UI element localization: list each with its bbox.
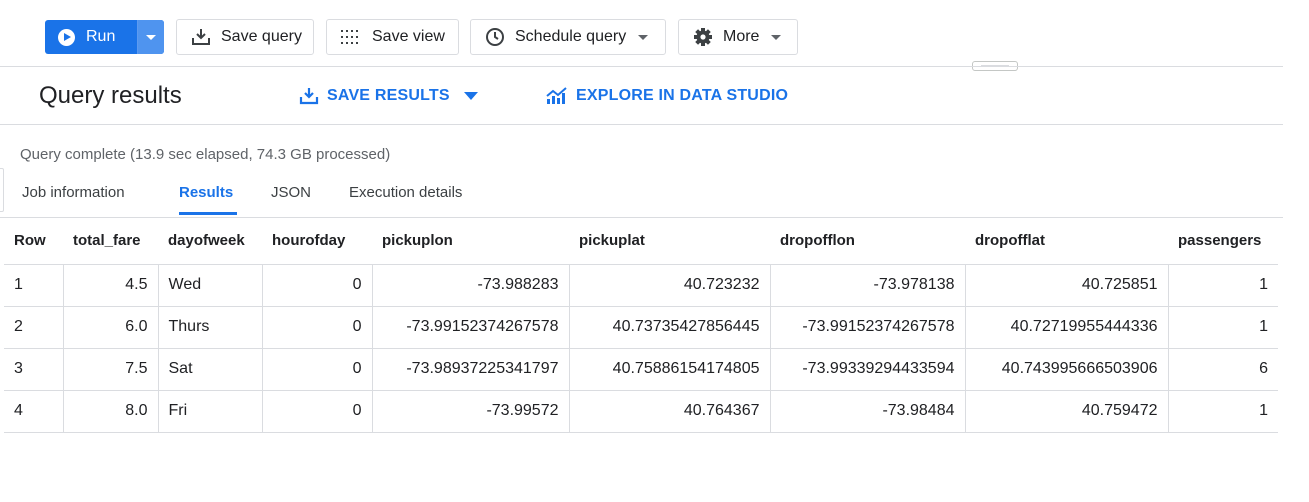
table-cell: Fri [157,390,262,433]
tab-job-information[interactable]: Job information [22,184,125,201]
table-cell: 2 [4,306,63,349]
column-header: dropofflat [965,218,1168,265]
table-row: 4 8.0 Fri 0 -73.99572 40.764367 -73.9848… [4,390,1278,433]
table-cell: 1 [1167,264,1278,307]
save-query-button[interactable]: Save query [176,19,314,55]
column-header: pickuplon [372,218,569,265]
table-cell: 40.723232 [568,264,770,307]
table-cell: 40.759472 [964,390,1168,433]
divider [0,124,1283,125]
chevron-down-icon [771,34,782,40]
save-query-label: Save query [221,28,302,45]
table-cell: Thurs [157,306,262,349]
column-header: Row [4,218,63,265]
tab-execution-details[interactable]: Execution details [349,184,462,201]
column-header: hourofday [262,218,372,265]
table-row: 2 6.0 Thurs 0 -73.99152374267578 40.7373… [4,306,1278,349]
chevron-down-icon [146,34,156,40]
chart-icon [546,87,568,105]
table-header-row: Row total_fare dayofweek hourofday picku… [4,218,1278,265]
table-cell: 8.0 [62,390,158,433]
table-cell: Sat [157,348,262,391]
table-row: 1 4.5 Wed 0 -73.988283 40.723232 -73.978… [4,264,1278,307]
save-view-button[interactable]: Save view [326,19,459,55]
table-cell: 0 [261,264,372,307]
download-icon [299,87,319,105]
table-cell: 3 [4,348,63,391]
table-cell: 40.75886154174805 [568,348,770,391]
save-results-label: SAVE RESULTS [327,87,450,104]
query-toolbar: Run Save query Save view Schedule query … [0,0,1309,66]
tab-results[interactable]: Results [179,184,233,201]
table-cell: -73.98937225341797 [371,348,569,391]
table-cell: Wed [157,264,262,307]
active-tab-indicator [179,212,237,215]
tab-json[interactable]: JSON [271,184,311,201]
column-header: dropofflon [770,218,965,265]
explore-label: EXPLORE IN DATA STUDIO [576,87,789,104]
results-table: Row total_fare dayofweek hourofday picku… [4,218,1278,433]
run-label: Run [86,28,116,45]
table-cell: 1 [4,264,63,307]
table-cell: -73.99339294433594 [769,348,965,391]
download-icon [191,28,211,46]
column-header: dayofweek [158,218,262,265]
schedule-query-button[interactable]: Schedule query [470,19,666,55]
more-label: More [723,28,760,45]
table-cell: 4 [4,390,63,433]
save-results-button[interactable]: SAVE RESULTS [299,87,478,105]
table-cell: 6 [1167,348,1278,391]
schedule-query-label: Schedule query [515,28,627,45]
side-panel-edge [0,168,4,212]
query-status: Query complete (13.9 sec elapsed, 74.3 G… [20,146,391,163]
column-header: passengers [1168,218,1278,265]
more-button[interactable]: More [678,19,798,55]
table-cell: -73.978138 [769,264,965,307]
table-cell: 6.0 [62,306,158,349]
column-header: pickuplat [569,218,770,265]
table-cell: -73.99152374267578 [371,306,569,349]
column-header: total_fare [63,218,158,265]
table-cell: -73.99152374267578 [769,306,965,349]
table-cell: -73.98484 [769,390,965,433]
table-cell: 40.72719955444336 [964,306,1168,349]
run-main[interactable]: Run [45,20,137,54]
save-view-label: Save view [372,28,445,45]
table-cell: 0 [261,348,372,391]
run-dropdown-button[interactable] [137,20,164,54]
explore-data-studio-button[interactable]: EXPLORE IN DATA STUDIO [546,87,788,105]
chevron-down-icon [463,92,478,100]
play-icon [58,28,75,46]
table-cell: 40.764367 [568,390,770,433]
table-cell: 40.73735427856445 [568,306,770,349]
grid-icon [340,28,362,46]
table-cell: 1 [1167,306,1278,349]
table-cell: -73.99572 [371,390,569,433]
page-title: Query results [39,82,182,109]
gear-icon [693,27,713,47]
table-row: 3 7.5 Sat 0 -73.98937225341797 40.758861… [4,348,1278,391]
table-cell: -73.988283 [371,264,569,307]
table-cell: 1 [1167,390,1278,433]
table-cell: 7.5 [62,348,158,391]
divider [0,66,1283,67]
chevron-down-icon [638,34,649,40]
table-cell: 40.743995666503906 [964,348,1168,391]
table-cell: 0 [261,306,372,349]
run-button[interactable]: Run [45,20,164,54]
table-cell: 40.725851 [964,264,1168,307]
clock-icon [485,27,505,47]
table-cell: 4.5 [62,264,158,307]
table-cell: 0 [261,390,372,433]
